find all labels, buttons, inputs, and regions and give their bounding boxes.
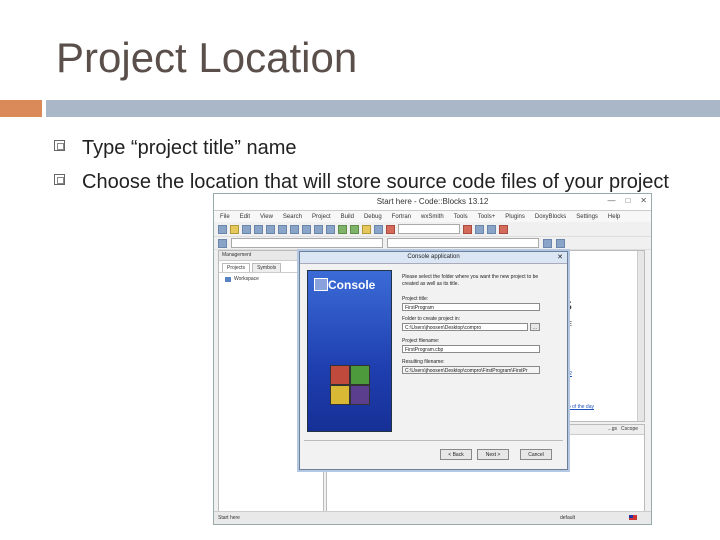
new-file-icon[interactable] bbox=[218, 224, 227, 234]
ide-titlebar: Start here - Code::Blocks 13.12 — □ ✕ bbox=[214, 194, 651, 211]
flag-icon bbox=[629, 515, 637, 520]
minimize-button[interactable]: — bbox=[607, 196, 615, 205]
ide-window-title: Start here - Code::Blocks 13.12 bbox=[376, 197, 489, 206]
console-application-dialog: Console application ✕ Console Please sel… bbox=[299, 251, 568, 470]
dialog-close-button[interactable]: ✕ bbox=[557, 252, 563, 263]
folder-input[interactable]: C:\Users\jhoosen\Desktop\compro bbox=[402, 323, 528, 331]
project-title-label: Project title: bbox=[402, 296, 429, 302]
editor-scrollbar[interactable] bbox=[637, 251, 644, 421]
accent-bar-left bbox=[0, 100, 42, 117]
purple-tile-icon bbox=[350, 385, 370, 405]
bullet-list: Type “project title” name Choose the loc… bbox=[54, 134, 694, 202]
dialog-titlebar: Console application ✕ bbox=[300, 252, 567, 264]
tab-logs[interactable]: ...gs bbox=[608, 425, 617, 434]
tip-of-day-link[interactable]: tip of the day bbox=[565, 404, 594, 410]
scope-select[interactable] bbox=[231, 238, 383, 248]
tab-symbols[interactable]: Symbols bbox=[252, 263, 282, 272]
slide-title: Project Location bbox=[56, 34, 358, 81]
menu-bar: File Edit View Search Project Build Debu… bbox=[214, 211, 651, 222]
save-icon[interactable] bbox=[242, 224, 251, 234]
print-icon[interactable] bbox=[266, 224, 275, 234]
menu-doxyblocks[interactable]: DoxyBlocks bbox=[535, 214, 566, 220]
run-icon[interactable] bbox=[350, 224, 359, 234]
main-toolbar bbox=[214, 222, 651, 237]
step-icon[interactable] bbox=[475, 224, 484, 234]
project-filename-input[interactable]: FirstProgram.cbp bbox=[402, 345, 540, 353]
menu-help[interactable]: Help bbox=[608, 214, 620, 220]
back-button[interactable]: < Back bbox=[440, 449, 472, 460]
status-bar: Start here default bbox=[214, 511, 651, 524]
menu-search[interactable]: Search bbox=[283, 214, 302, 220]
debug-icon[interactable] bbox=[463, 224, 472, 234]
find-icon[interactable] bbox=[314, 224, 323, 234]
yellow-tile-icon bbox=[330, 385, 350, 405]
rebuild-icon[interactable] bbox=[374, 224, 383, 234]
tab-projects[interactable]: Projects bbox=[222, 263, 251, 272]
project-title-input[interactable]: FirstProgram bbox=[402, 303, 540, 311]
maximize-button[interactable]: □ bbox=[625, 196, 630, 205]
menu-fortran[interactable]: Fortran bbox=[392, 214, 411, 220]
search-icon[interactable] bbox=[543, 238, 552, 248]
dialog-divider bbox=[304, 440, 563, 441]
bullet-item: Choose the location that will store sour… bbox=[54, 168, 694, 196]
console-icon bbox=[314, 278, 328, 291]
copy-icon[interactable] bbox=[290, 224, 299, 234]
workspace-label: Workspace bbox=[234, 276, 259, 282]
replace-icon[interactable] bbox=[326, 224, 335, 234]
dialog-title: Console application bbox=[407, 254, 460, 260]
resulting-filename-field: C:\Users\jhoosen\Desktop\compro\FirstPro… bbox=[402, 366, 540, 374]
menu-plugins[interactable]: Plugins bbox=[505, 214, 525, 220]
menu-wxsmith[interactable]: wxSmith bbox=[421, 214, 444, 220]
paste-icon[interactable] bbox=[302, 224, 311, 234]
bullet-square-icon bbox=[54, 140, 65, 151]
editor-text-fragment: E bbox=[567, 321, 572, 328]
project-filename-label: Project filename: bbox=[402, 338, 440, 344]
build-target-select[interactable] bbox=[398, 224, 460, 234]
function-select[interactable] bbox=[387, 238, 539, 248]
abort-icon[interactable] bbox=[386, 224, 395, 234]
close-button[interactable]: ✕ bbox=[640, 196, 647, 205]
resulting-filename-label: Resulting filename: bbox=[402, 359, 445, 365]
cancel-button[interactable]: Cancel bbox=[520, 449, 552, 460]
bullet-text: Type “project title” name bbox=[82, 137, 297, 159]
menu-tools[interactable]: Tools bbox=[454, 214, 468, 220]
stop-debug-icon[interactable] bbox=[499, 224, 508, 234]
red-tile-icon bbox=[330, 365, 350, 385]
regex-icon[interactable] bbox=[556, 238, 565, 248]
bullet-item: Type “project title” name bbox=[54, 134, 694, 162]
step-into-icon[interactable] bbox=[487, 224, 496, 234]
cut-icon[interactable] bbox=[278, 224, 287, 234]
status-config: default bbox=[560, 515, 576, 521]
menu-settings[interactable]: Settings bbox=[576, 214, 598, 220]
tab-cscope[interactable]: Cscope bbox=[621, 425, 638, 434]
code-completion-toolbar bbox=[214, 237, 651, 250]
open-folder-icon[interactable] bbox=[230, 224, 239, 234]
workspace-icon bbox=[225, 276, 231, 282]
build-icon[interactable] bbox=[338, 224, 347, 234]
menu-file[interactable]: File bbox=[220, 214, 230, 220]
bullet-text: Choose the location that will store sour… bbox=[82, 171, 669, 193]
folder-label: Folder to create project in: bbox=[402, 316, 461, 322]
menu-view[interactable]: View bbox=[260, 214, 273, 220]
window-controls: — □ ✕ bbox=[607, 196, 647, 205]
menu-build[interactable]: Build bbox=[341, 214, 354, 220]
status-file: Start here bbox=[218, 515, 240, 521]
banner-label: Console bbox=[328, 278, 376, 292]
accent-bar-right bbox=[46, 100, 720, 117]
save-all-icon[interactable] bbox=[254, 224, 263, 234]
menu-project[interactable]: Project bbox=[312, 214, 331, 220]
jump-icon[interactable] bbox=[218, 238, 227, 248]
build-run-icon[interactable] bbox=[362, 224, 371, 234]
green-tile-icon bbox=[350, 365, 370, 385]
wizard-banner: Console bbox=[307, 270, 392, 432]
dialog-instructions: Please select the folder where you want … bbox=[402, 274, 539, 287]
browse-button[interactable]: ... bbox=[530, 323, 540, 331]
menu-tools-plus[interactable]: Tools+ bbox=[478, 214, 496, 220]
next-button[interactable]: Next > bbox=[477, 449, 509, 460]
menu-edit[interactable]: Edit bbox=[240, 214, 250, 220]
bullet-square-icon bbox=[54, 174, 65, 185]
menu-debug[interactable]: Debug bbox=[364, 214, 382, 220]
